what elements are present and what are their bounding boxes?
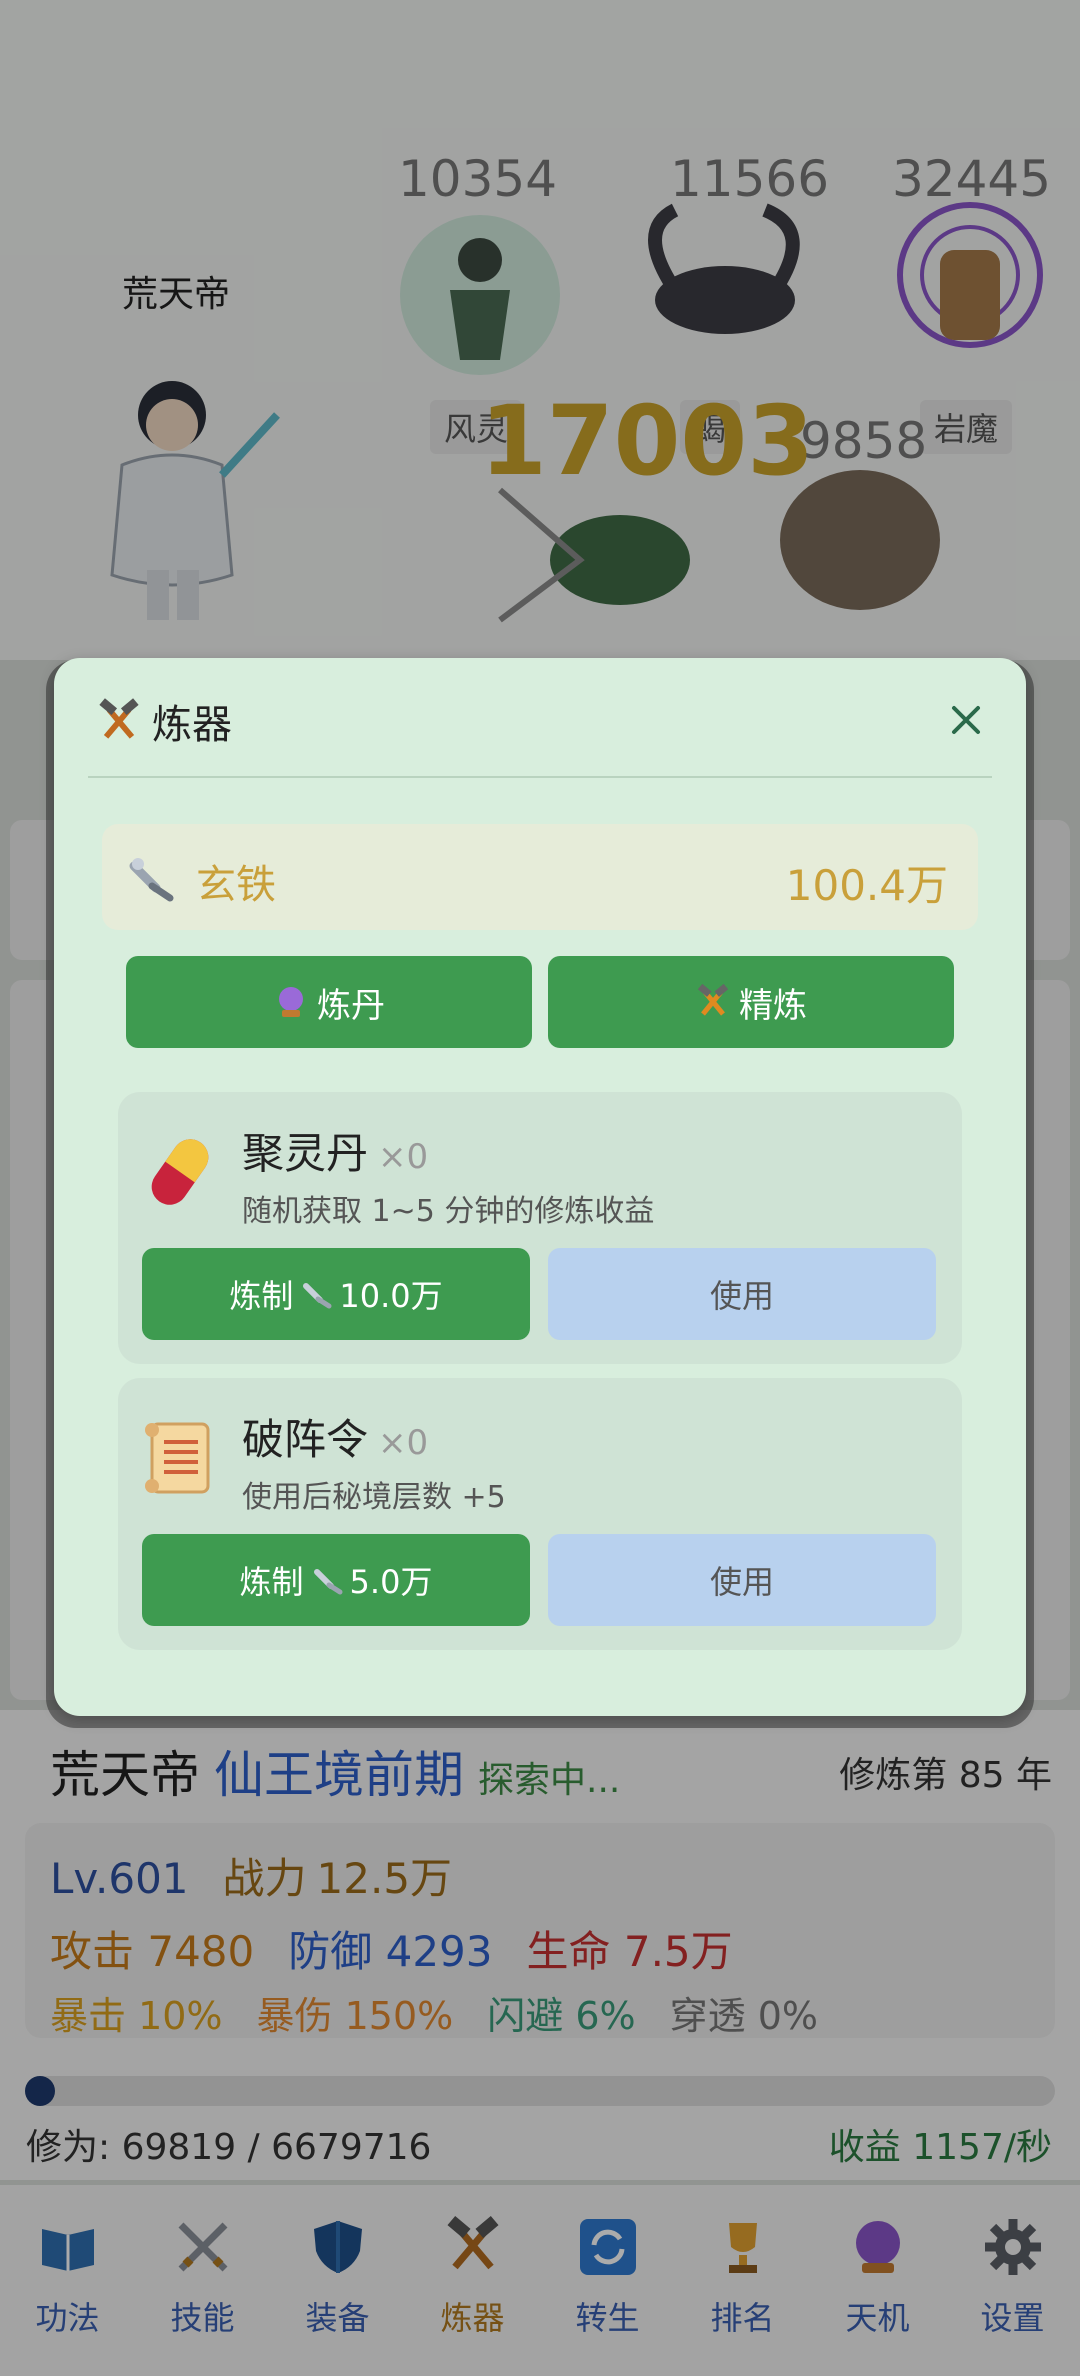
item-name: 聚灵丹 ×0 [242,1120,428,1181]
crystal-ball-icon [279,987,303,1017]
modal-divider [88,776,992,778]
hammer-pick-icon [697,984,729,1016]
use-button[interactable]: 使用 [548,1534,936,1626]
tab-refine[interactable]: 精炼 [548,956,954,1048]
craft-cost: 5.0万 [349,1563,433,1601]
craft-button[interactable]: 炼制 5.0万 [142,1534,530,1626]
item-name: 破阵令 ×0 [242,1406,428,1467]
iron-icon [303,1283,332,1309]
craft-button[interactable]: 炼制 10.0万 [142,1248,530,1340]
scroll-icon [145,1422,210,1494]
modal-title-text: 炼器 [152,702,232,748]
item-name-text: 聚灵丹 [242,1129,369,1178]
iron-icon [129,858,174,902]
tab-label: 炼丹 [317,985,385,1026]
close-icon[interactable] [944,698,988,742]
item-name-text: 破阵令 [242,1415,369,1464]
item-desc: 使用后秘境层数 +5 [242,1480,506,1515]
iron-icon [313,1569,343,1595]
hammer-pick-icon [99,698,139,739]
resource-name: 玄铁 [196,862,276,908]
craft-label: 炼制 [229,1277,294,1315]
resource-bar: 玄铁 100.4万 [102,824,978,930]
craft-cost: 10.0万 [339,1277,443,1315]
tab-alchemy[interactable]: 炼丹 [126,956,532,1048]
item-count: ×0 [378,1137,429,1177]
modal-title: 炼器 [96,692,232,750]
item-desc: 随机获取 1~5 分钟的修炼收益 [242,1194,655,1229]
resource-value: 100.4万 [785,861,948,910]
use-label: 使用 [709,1277,774,1315]
tab-label: 精炼 [739,985,807,1026]
pill-icon [151,1139,209,1205]
item-card-julingdan: 聚灵丹 ×0 随机获取 1~5 分钟的修炼收益 炼制 10.0万 使用 [118,1092,962,1364]
use-button[interactable]: 使用 [548,1248,936,1340]
forge-modal: 炼器 玄铁 100.4万 炼丹 精炼 聚灵丹 ×0 随机获取 1~5 分钟的修炼收… [54,658,1026,1716]
craft-label: 炼制 [239,1563,304,1601]
item-card-pozhenling: 破阵令 ×0 使用后秘境层数 +5 炼制 5.0万 使用 [118,1378,962,1650]
item-count: ×0 [378,1423,429,1463]
use-label: 使用 [709,1563,774,1601]
